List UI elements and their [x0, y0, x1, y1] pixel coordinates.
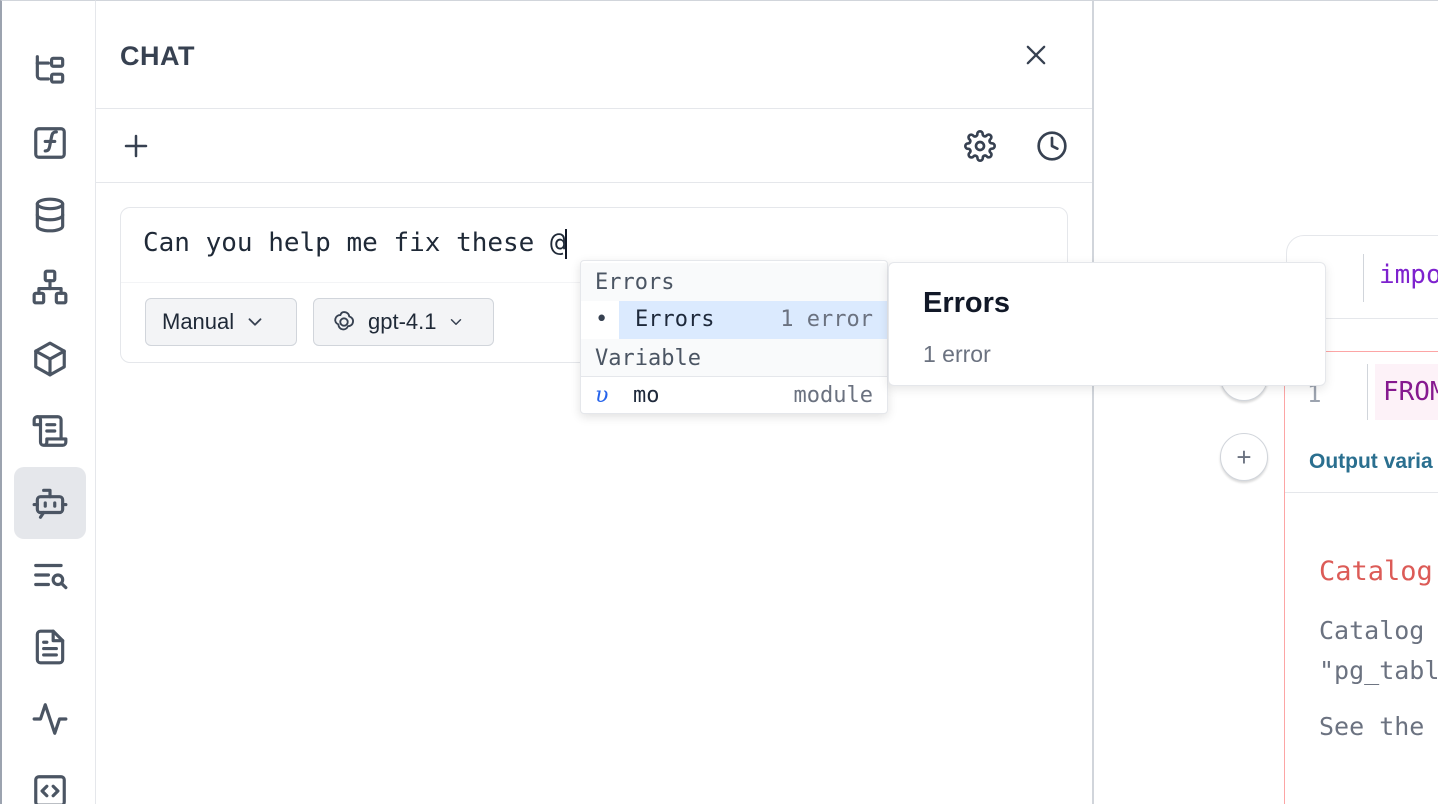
gutter-divider	[1363, 254, 1364, 302]
mode-label: Manual	[162, 309, 235, 334]
bullet-icon: •	[595, 307, 609, 332]
chat-input-text: Can you help me fix these @	[143, 228, 566, 258]
chat-toolbar	[96, 109, 1092, 183]
activity-icon	[32, 703, 68, 735]
chat-header: CHAT	[96, 1, 1092, 109]
mention-autocomplete: Errors • Errors 1 error Variable υ mo mo…	[580, 260, 888, 414]
chat-button[interactable]	[14, 467, 86, 539]
outline-button[interactable]	[14, 395, 86, 467]
mode-dropdown[interactable]: Manual	[145, 298, 297, 346]
packages-button[interactable]	[14, 323, 86, 395]
package-icon	[34, 341, 66, 377]
cell-code: FROM	[1375, 364, 1438, 420]
search-list-icon	[34, 563, 68, 590]
model-dropdown[interactable]: gpt-4.1	[313, 298, 494, 346]
tracing-button[interactable]	[14, 683, 86, 755]
autocomplete-info-panel: Errors 1 error	[888, 262, 1326, 386]
function-icon	[34, 127, 66, 159]
bot-icon	[32, 488, 68, 519]
error-title: Catalog	[1319, 556, 1433, 587]
snippets-button[interactable]	[14, 755, 86, 804]
close-chat-button[interactable]	[1018, 37, 1054, 73]
code-icon	[34, 775, 66, 804]
cell-code: impo	[1379, 260, 1438, 290]
chevron-down-icon	[450, 319, 461, 325]
gutter-divider	[1367, 364, 1368, 420]
settings-button[interactable]	[962, 128, 998, 164]
add-cell-button[interactable]: +	[1220, 433, 1268, 481]
variable-icon: υ	[595, 383, 609, 408]
plus-icon: +	[1236, 441, 1252, 472]
option-detail: module	[793, 383, 873, 408]
activity-bar	[0, 0, 96, 804]
text-caret	[564, 228, 567, 259]
dependency-graph-icon	[32, 269, 68, 305]
autocomplete-option-mo[interactable]: υ mo module	[581, 377, 887, 413]
output-divider	[1285, 492, 1438, 493]
documentation-button[interactable]	[14, 611, 86, 683]
output-variable-label[interactable]: Output varia	[1309, 450, 1433, 474]
plus-icon	[124, 134, 148, 158]
history-button[interactable]	[1034, 128, 1070, 164]
database-icon	[35, 197, 65, 233]
close-icon	[1026, 45, 1046, 65]
option-label: mo	[633, 383, 660, 408]
file-tree-icon	[35, 55, 65, 84]
notebook-area: impo + 1 FROM Output varia Catalog Catal…	[1094, 0, 1438, 804]
info-subtitle: 1 error	[923, 341, 991, 367]
logs-button[interactable]	[14, 539, 86, 611]
model-label: gpt-4.1	[368, 309, 437, 334]
scroll-icon	[32, 415, 68, 447]
gear-icon	[964, 130, 996, 162]
file-tree-button[interactable]	[14, 35, 86, 107]
autocomplete-group-header: Variable	[581, 339, 887, 377]
datasources-button[interactable]	[14, 179, 86, 251]
autocomplete-option-errors[interactable]: • Errors 1 error	[581, 301, 887, 339]
openai-icon	[334, 311, 354, 331]
info-title: Errors	[923, 287, 1011, 319]
sql-cell[interactable]: 1 FROM Output varia Catalog Catalog "pg_…	[1284, 351, 1438, 804]
chat-title: CHAT	[120, 41, 195, 71]
option-detail: 1 error	[780, 307, 873, 332]
error-line: Catalog	[1319, 616, 1425, 645]
error-line: See the	[1319, 712, 1425, 741]
error-line: "pg_tabl	[1319, 656, 1438, 685]
chat-input[interactable]: Can you help me fix these @	[143, 228, 567, 259]
autocomplete-group-header: Errors	[581, 263, 887, 301]
chevron-down-icon	[248, 318, 262, 326]
functions-button[interactable]	[14, 107, 86, 179]
option-label: Errors	[635, 307, 715, 332]
clock-icon	[1037, 131, 1067, 161]
document-icon	[35, 629, 65, 665]
dependencies-button[interactable]	[14, 251, 86, 323]
new-chat-button[interactable]	[118, 128, 154, 164]
